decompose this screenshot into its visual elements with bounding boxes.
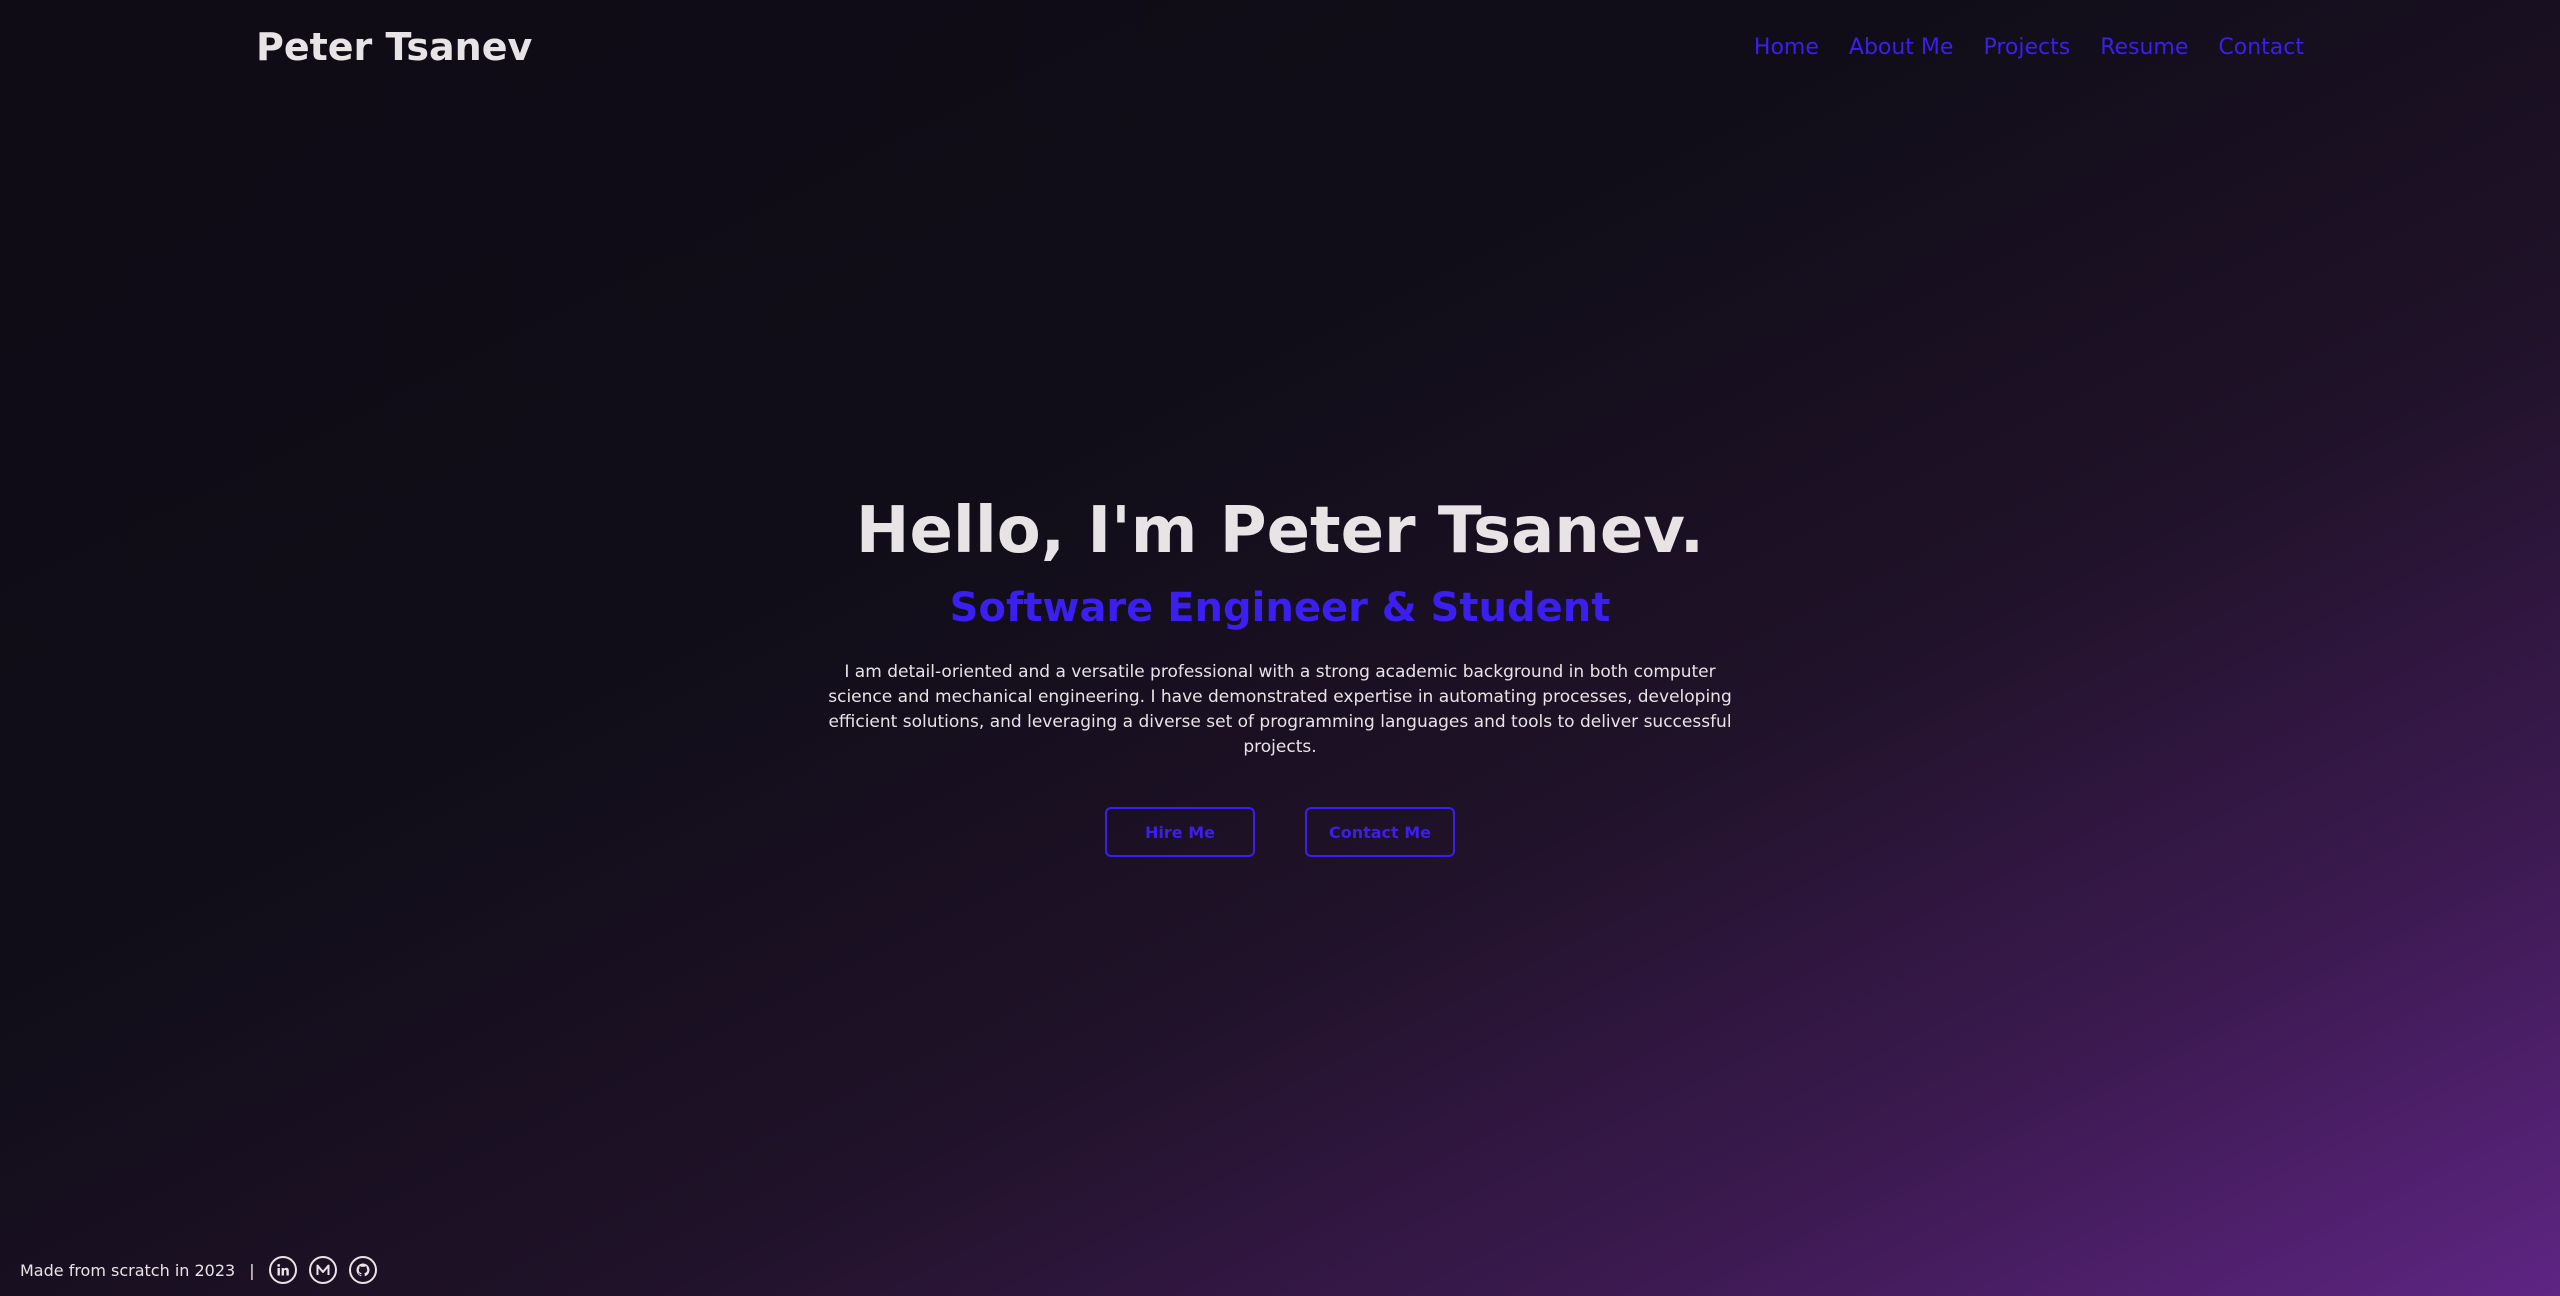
brand-logo[interactable]: Peter Tsanev [256,25,532,69]
nav-about-link[interactable]: About Me [1849,35,1954,60]
site-footer: Made from scratch in 2023 | [20,1254,381,1286]
github-icon[interactable] [348,1256,377,1284]
hire-me-button[interactable]: Hire Me [1105,807,1255,857]
contact-me-button[interactable]: Contact Me [1305,807,1455,857]
site-header: Peter Tsanev Home About Me Projects Resu… [256,20,2304,74]
hero-section: Hello, I'm Peter Tsanev. Software Engine… [0,484,2560,857]
hero-subtitle: Software Engineer & Student [949,585,1611,631]
main-nav: Home About Me Projects Resume Contact [1754,35,2304,60]
nav-home-link[interactable]: Home [1754,35,1819,60]
medium-icon[interactable] [308,1256,337,1284]
hero-description: I am detail-oriented and a versatile pro… [828,662,1732,757]
nav-contact-link[interactable]: Contact [2218,35,2304,60]
footer-separator: | [249,1260,255,1280]
cta-buttons: Hire Me Contact Me [1105,807,1455,857]
linkedin-icon[interactable] [268,1256,297,1284]
footer-text: Made from scratch in 2023 [20,1260,236,1280]
nav-projects-link[interactable]: Projects [1983,35,2070,60]
nav-resume-link[interactable]: Resume [2100,35,2188,60]
hero-title: Hello, I'm Peter Tsanev. [855,494,1705,568]
